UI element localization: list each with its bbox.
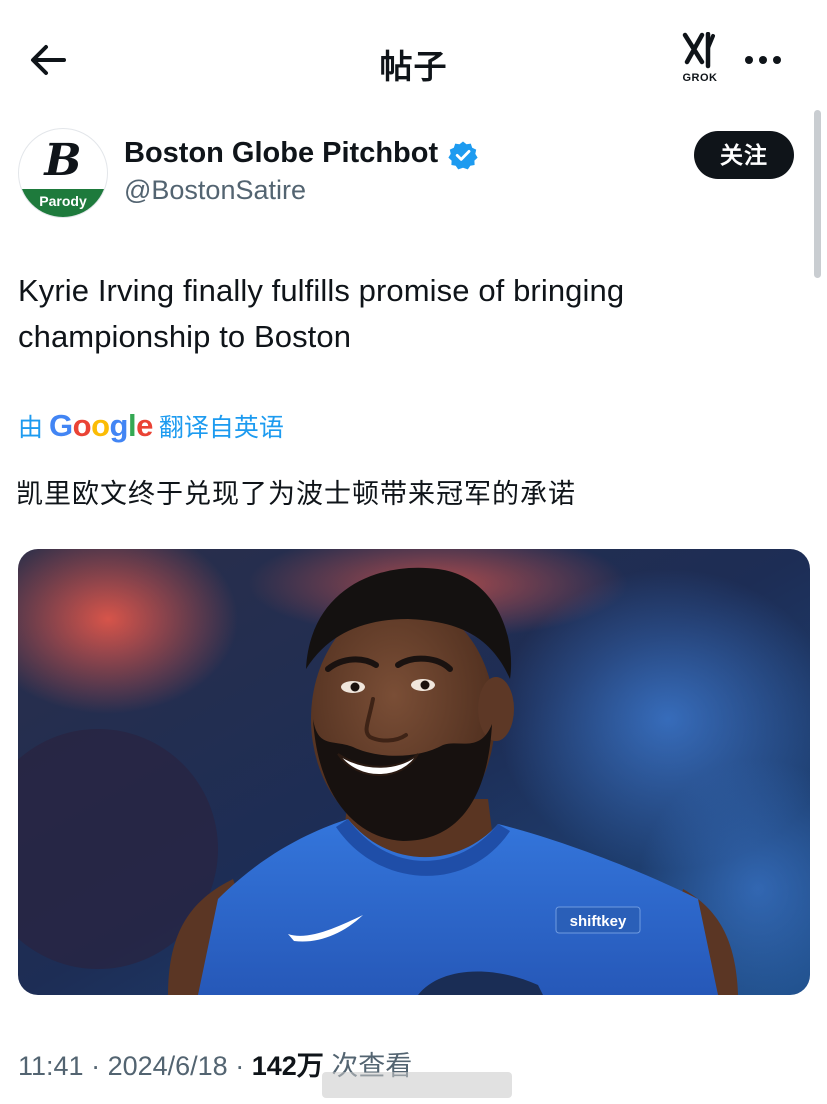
verified-badge-icon: [448, 141, 478, 170]
translation-attribution[interactable]: 由 Google 翻译自英语: [18, 406, 284, 446]
translate-prefix: 由: [18, 414, 44, 442]
top-bar: 帖子 GROK: [0, 0, 827, 118]
translate-suffix: 翻译自英语: [158, 414, 284, 442]
google-logo: Google: [49, 408, 153, 443]
views-count: 142万: [251, 1051, 324, 1081]
meta-separator: ·: [83, 1051, 108, 1081]
post-date: 2024/6/18: [107, 1051, 228, 1081]
parody-badge: Parody: [19, 189, 107, 217]
scrollbar[interactable]: [814, 110, 821, 278]
tweet-text: Kyrie Irving finally fulfills promise of…: [18, 273, 625, 354]
translated-text: 凯里欧文终于兑现了为波士顿带来冠军的承诺: [16, 479, 576, 509]
grok-icon: [682, 32, 715, 69]
more-horizontal-icon: [745, 56, 781, 64]
author-handle[interactable]: @BostonSatire: [124, 175, 306, 206]
post-time: 11:41: [18, 1051, 84, 1081]
meta-separator: ·: [227, 1051, 252, 1081]
avatar-logo-letter: B: [44, 135, 82, 186]
author-name[interactable]: Boston Globe Pitchbot: [124, 137, 438, 170]
grok-label: GROK: [682, 72, 718, 84]
grok-button[interactable]: GROK: [678, 32, 722, 88]
watermark-overlay: [322, 1072, 512, 1098]
follow-button[interactable]: 关注: [694, 131, 794, 179]
player-photo-illustration: shiftkey: [18, 549, 810, 995]
post-detail-screen: 帖子 GROK B Parody Boston Globe Pitchbot @…: [0, 0, 827, 1104]
tweet-photo[interactable]: shiftkey: [18, 549, 810, 995]
author-avatar[interactable]: B Parody: [18, 128, 108, 218]
jersey-sponsor-text: shiftkey: [570, 913, 627, 930]
more-options-button[interactable]: [740, 40, 786, 80]
